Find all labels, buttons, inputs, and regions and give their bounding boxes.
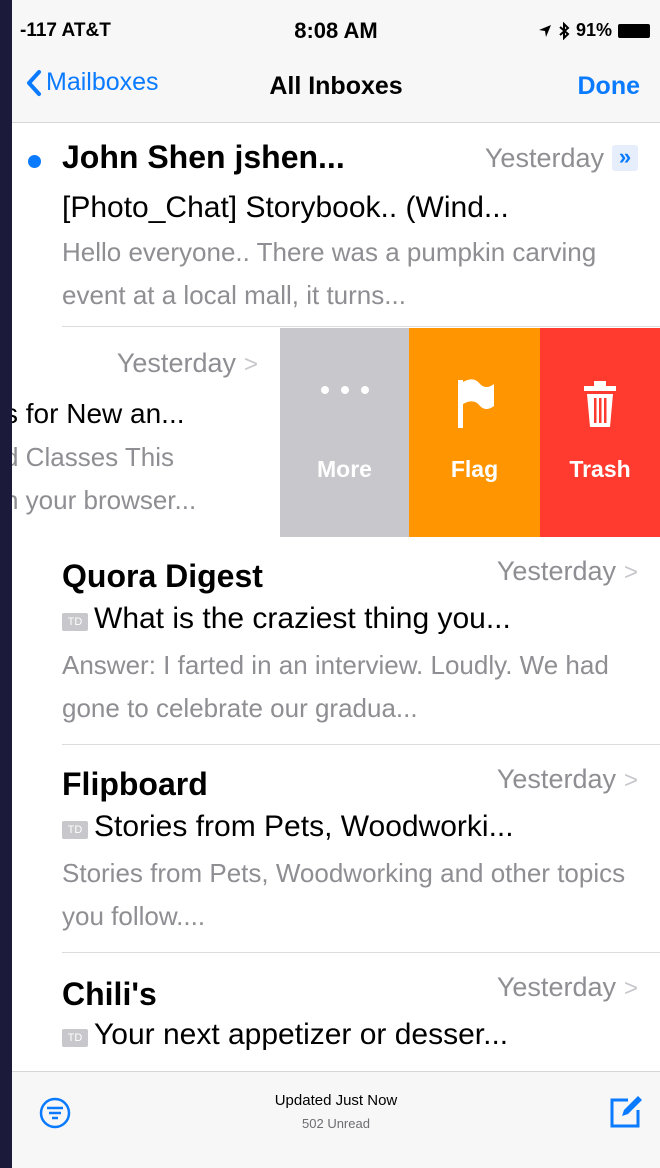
message-preview-line: n your browser...: [12, 485, 197, 515]
chevron-right-icon: >: [623, 975, 638, 1002]
unread-count: 502 Unread: [302, 1116, 370, 1131]
message-list[interactable]: John Shen jshen... Yesterday » [Photo_Cha…: [12, 123, 660, 1096]
chevron-right-icon: >: [623, 559, 638, 586]
subject-text: Your next appetizer or desser...: [94, 1018, 509, 1051]
flag-icon: [409, 378, 540, 430]
status-bar: -117 AT&T 8:08 AM 91%: [12, 0, 660, 60]
message-sender: Flipboard: [62, 766, 208, 802]
trash-icon: [540, 380, 660, 428]
trash-action-button[interactable]: Trash: [540, 328, 660, 537]
date-text: Yesterday: [496, 764, 616, 794]
compose-icon: [610, 1096, 642, 1128]
mail-screen: -117 AT&T 8:08 AM 91% Mailboxes All Inbo…: [12, 0, 660, 1168]
message-preview: Stories from Pets, Woodworking and other…: [62, 858, 626, 931]
message-date: Yesterday >: [497, 972, 638, 1003]
more-action-button[interactable]: More: [280, 328, 409, 537]
done-button[interactable]: Done: [578, 72, 641, 101]
compose-button[interactable]: [606, 1092, 646, 1137]
list-item-swiped[interactable]: Yesterday > s for New an... d Classes Thi…: [12, 328, 660, 537]
back-label: Mailboxes: [46, 68, 159, 96]
message-preview: Answer: I farted in an interview. Loudly…: [62, 650, 609, 723]
thread-expand-icon[interactable]: »: [612, 145, 638, 171]
tag-icon: TD: [62, 821, 88, 839]
bluetooth-icon: [559, 21, 570, 40]
message-subject: TD What is the craziest thing you...: [62, 602, 511, 636]
list-item[interactable]: Flipboard Yesterday > TD Stories from Pets…: [12, 746, 660, 953]
location-icon: [538, 24, 551, 37]
more-icon: [280, 383, 409, 397]
message-sender: Chili's: [62, 976, 157, 1012]
message-preview-line: d Classes This: [12, 442, 175, 472]
subject-text: What is the craziest thing you...: [94, 602, 511, 635]
row-divider: [62, 326, 660, 327]
message-date: Yesterday >: [497, 764, 638, 795]
status-right: 91%: [538, 20, 650, 41]
chevron-right-icon: >: [623, 767, 638, 794]
row-divider: [62, 744, 660, 745]
flag-label: Flag: [450, 456, 499, 482]
list-item[interactable]: John Shen jshen... Yesterday » [Photo_Cha…: [12, 123, 660, 327]
tag-icon: TD: [62, 613, 88, 631]
subject-text: Stories from Pets, Woodworki...: [94, 810, 514, 843]
battery-percent: 91%: [575, 20, 612, 40]
message-sender: Quora Digest: [62, 558, 263, 594]
message-date: Yesterday >: [117, 348, 258, 379]
message-subject: TD Your next appetizer or desser...: [62, 1018, 508, 1052]
chevron-right-icon: >: [243, 351, 258, 378]
message-preview: Hello everyone.. There was a pumpkin car…: [62, 237, 597, 310]
message-subject: s for New an...: [12, 398, 185, 429]
tag-icon: TD: [62, 1029, 88, 1047]
message-subject: TD Stories from Pets, Woodworki...: [62, 810, 514, 844]
row-divider: [62, 952, 660, 953]
message-sender: John Shen jshen...: [62, 139, 345, 175]
swiped-content: Yesterday > s for New an... d Classes Thi…: [12, 328, 280, 537]
list-item[interactable]: Chili's Yesterday > TD Your next appetizer…: [12, 954, 660, 1096]
date-text: Yesterday: [496, 972, 616, 1002]
navigation-bar: Mailboxes All Inboxes Done: [12, 60, 660, 123]
message-date: Yesterday »: [485, 143, 638, 174]
trash-label: Trash: [569, 456, 631, 482]
more-label: More: [317, 456, 372, 482]
update-status: Updated Just Now: [274, 1092, 398, 1109]
list-item[interactable]: Quora Digest Yesterday > TD What is the cr…: [12, 538, 660, 745]
unread-dot: [28, 155, 41, 168]
back-button[interactable]: Mailboxes: [26, 68, 159, 97]
message-date: Yesterday >: [497, 556, 638, 587]
flag-action-button[interactable]: Flag: [409, 328, 540, 537]
date-text: Yesterday: [484, 143, 604, 173]
chevron-left-icon: [27, 69, 41, 96]
date-text: Yesterday: [496, 556, 616, 586]
message-subject: [Photo_Chat] Storybook.. (Wind...: [62, 191, 509, 224]
battery-icon: [618, 23, 650, 38]
bottom-toolbar: Updated Just Now 502 Unread: [12, 1071, 660, 1168]
date-text: Yesterday: [116, 348, 236, 378]
